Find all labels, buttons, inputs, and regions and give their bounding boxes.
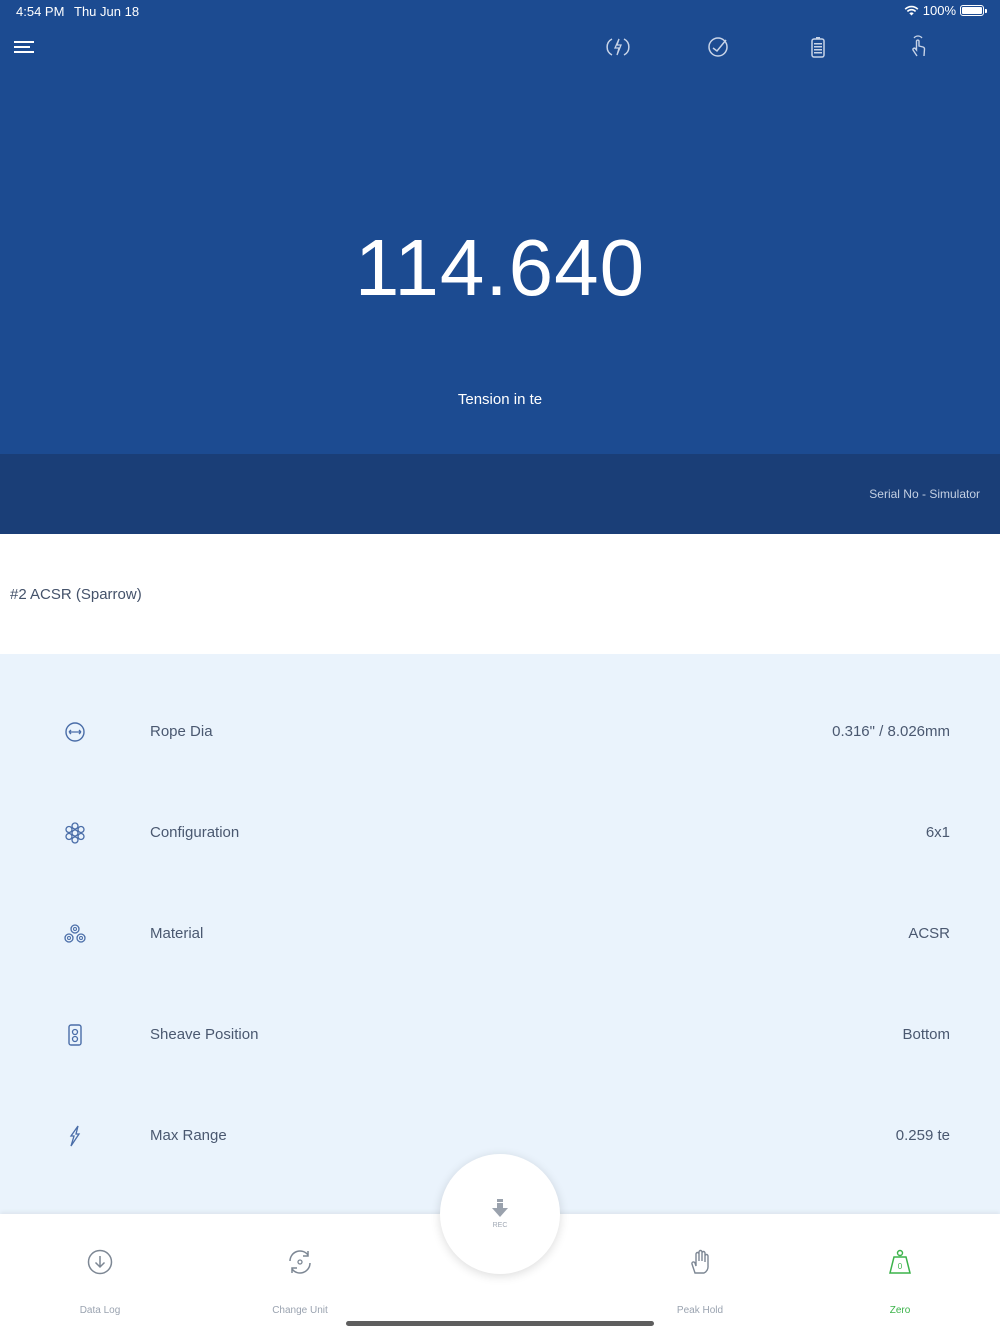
home-indicator[interactable]: [346, 1321, 654, 1326]
calibration-icon: [708, 37, 728, 57]
detail-label: Material: [150, 925, 204, 942]
detail-row-material: Material ACSR: [0, 909, 1000, 959]
product-section: #2 ACSR (Sparrow): [0, 534, 1000, 654]
record-button[interactable]: REC: [440, 1154, 560, 1274]
detail-label: Configuration: [150, 824, 240, 841]
detail-row-sheave-position: Sheave Position Bottom: [0, 1010, 1000, 1060]
tab-change-unit[interactable]: Change Unit: [240, 1244, 360, 1324]
detail-label: Max Range: [150, 1127, 227, 1144]
battery-button[interactable]: [806, 34, 830, 60]
serial-number: Serial No - Simulator: [869, 487, 980, 501]
detail-label: Sheave Position: [150, 1026, 259, 1043]
record-label: REC: [492, 1222, 508, 1229]
detail-row-rope-dia: Rope Dia 0.316" / 8.026mm: [0, 707, 1000, 757]
battery-tip: [985, 9, 987, 13]
tab-label: Zero: [889, 1305, 911, 1316]
status-bar: 4:54 PM Thu Jun 18 100%: [0, 0, 1000, 24]
touch-icon: [912, 35, 926, 57]
tension-unit-label: Tension in te: [457, 391, 543, 408]
serial-bar: Serial No - Simulator: [0, 454, 1000, 534]
tab-zero[interactable]: 0 Zero: [840, 1244, 960, 1324]
detail-value: Bottom: [902, 1026, 950, 1043]
material-icon: [64, 924, 86, 943]
status-time: 4:54 PM: [16, 4, 65, 19]
detail-value: 6x1: [925, 824, 950, 841]
wifi-icon: [904, 5, 919, 16]
reading-panel: 4:54 PM Thu Jun 18 100% 114.640 Tension …: [0, 0, 1000, 454]
peak-hold-icon: [691, 1249, 709, 1274]
detail-label: Rope Dia: [150, 723, 213, 740]
touch-button[interactable]: [906, 34, 930, 60]
battery-status-icon: [960, 5, 987, 16]
svg-text:0: 0: [898, 1262, 903, 1271]
status-date: Thu Jun 18: [74, 4, 140, 19]
record-download-icon: [492, 1199, 508, 1217]
tab-data-log[interactable]: Data Log: [40, 1244, 160, 1324]
tab-label: Data Log: [79, 1305, 121, 1316]
calibration-button[interactable]: [706, 34, 730, 60]
power-icon: [606, 38, 630, 56]
power-button[interactable]: [606, 34, 630, 60]
tension-reading: 114.640: [354, 223, 646, 312]
tab-label: Change Unit: [272, 1305, 328, 1316]
battery-fill: [962, 7, 982, 14]
change-unit-icon: [289, 1250, 311, 1274]
rope-dia-icon: [65, 722, 85, 742]
status-indicators: 100%: [904, 3, 987, 18]
tab-label: Peak Hold: [676, 1305, 724, 1316]
battery-percent: 100%: [922, 3, 956, 18]
detail-row-configuration: Configuration 6x1: [0, 808, 1000, 858]
data-log-icon: [87, 1249, 113, 1275]
product-name: #2 ACSR (Sparrow): [10, 586, 142, 603]
detail-value: ACSR: [908, 925, 950, 942]
sheave-position-icon: [68, 1024, 82, 1046]
detail-value: 0.316" / 8.026mm: [832, 723, 950, 740]
battery-icon: [811, 37, 825, 58]
tab-peak-hold[interactable]: Peak Hold: [640, 1244, 760, 1324]
menu-icon: [14, 41, 34, 53]
max-range-icon: [69, 1125, 81, 1147]
menu-button[interactable]: [12, 36, 38, 58]
detail-value: 0.259 te: [895, 1127, 950, 1144]
configuration-icon: [65, 822, 85, 844]
details-list: Rope Dia 0.316" / 8.026mm Configuration …: [0, 654, 1000, 1214]
zero-icon: 0: [889, 1249, 911, 1274]
